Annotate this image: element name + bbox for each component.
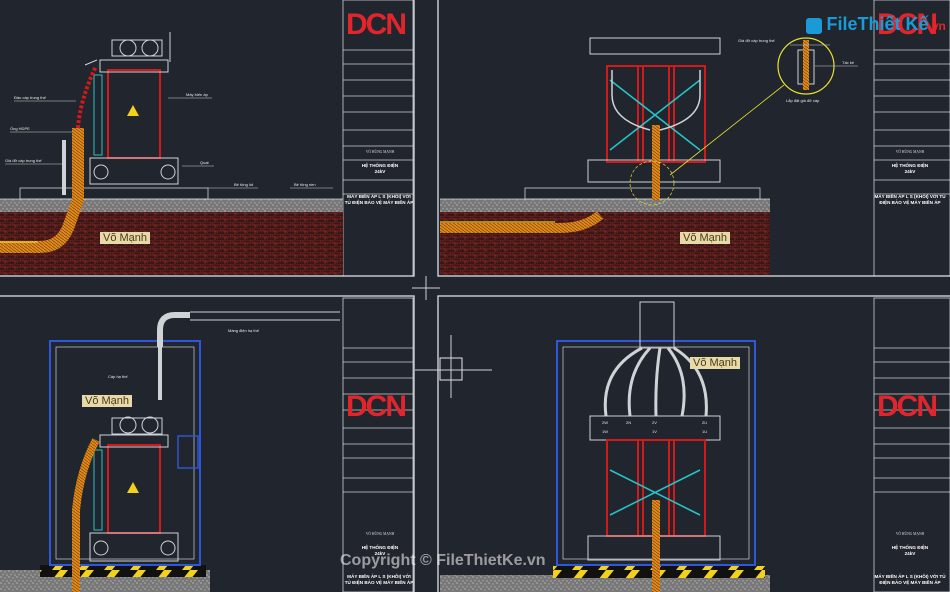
cad-drawing-canvas[interactable] [0, 0, 950, 592]
tb-designer-q3: VÕ HÙNG MẠNH [365, 532, 395, 536]
title-block-logo-q4: DCN [877, 390, 938, 423]
terminal-1w: 1W [602, 429, 608, 434]
label-may-bien-ap: Máy biến áp [186, 92, 208, 97]
title-block-logo-q1: DCN [346, 8, 407, 41]
terminal-1v: 1V [652, 429, 657, 434]
copyright-watermark: Copyright © FileThietKe.vn [340, 552, 546, 569]
tb-sheet-title-q1: MÁY BIẾN ÁP L S (KHÔI) VỚI TỦ ĐIỆN BẢO V… [344, 194, 414, 205]
label-cap-ha-the: Cáp hạ thế [108, 374, 128, 379]
title-block-logo-q3: DCN [346, 390, 407, 423]
label-nen: Bê tông nền [294, 182, 316, 187]
site-logo-text-1: File [826, 14, 858, 34]
tb-designer-q1: VÕ HÙNG MẠNH [365, 150, 395, 154]
author-tag-q3: Võ Mạnh [82, 395, 133, 407]
tb-designer-q2: VÕ HÙNG MẠNH [895, 150, 925, 154]
terminal-2v: 2V [652, 420, 657, 425]
label-quat: Quạt [200, 160, 209, 165]
tb-sheet-title-q2: MÁY BIẾN ÁP L S (KHÔI) VỚI TỦ ĐIỆN BẢO V… [874, 194, 946, 205]
author-tag-q4: Võ Mạnh [690, 357, 741, 369]
label-tu-ke: Tấc kê [842, 60, 855, 65]
tb-sheet-title-q4: MÁY BIẾN ÁP L S (KHÔI) VỚI TỦ ĐIỆN BẢO V… [874, 574, 946, 585]
label-be-mong: Bê tông lót [234, 182, 254, 187]
crosshair-cursor [412, 276, 492, 398]
label-gia-do-q2: Giá đỡ cáp trung thế [738, 38, 775, 43]
tb-designer-q4: VÕ HÙNG MẠNH [895, 532, 925, 536]
site-logo-text-3: .vn [928, 19, 946, 33]
label-mang-dien: Máng điện hạ thế [228, 328, 259, 333]
terminal-1u: 1U [702, 429, 708, 434]
label-lap-dat: Lắp đặt giá đỡ cáp [786, 98, 820, 103]
site-logo[interactable]: FileThiết Kế.vn [806, 14, 946, 35]
site-logo-icon [806, 17, 822, 34]
tb-system-q2: HỆ THỐNG ĐIỆN 24kV [891, 163, 929, 174]
label-dau-cap: Đầu cáp trung thế [14, 95, 46, 100]
tb-system-q4: HỆ THỐNG ĐIỆN 24kV [891, 545, 929, 556]
author-tag-q1: Võ Mạnh [100, 232, 151, 244]
q3-cabinet-view [0, 311, 340, 592]
terminal-2u: 2U [702, 420, 708, 425]
q1-section-view [0, 32, 343, 275]
label-ong-hdpe: Ống HDPE [10, 126, 30, 131]
terminal-2n: 2N [626, 420, 632, 425]
q4-cabinet-front-view [440, 301, 770, 592]
author-tag-q2: Võ Mạnh [680, 232, 731, 244]
tb-sheet-title-q3: MÁY BIẾN ÁP L S (KHÔI) VỚI TỦ ĐIỆN BẢO V… [344, 574, 414, 585]
tb-system-q1: HỆ THỐNG ĐIỆN 24kV [361, 163, 399, 174]
q2-front-view [440, 37, 858, 275]
terminal-2w: 2W [602, 420, 608, 425]
label-gia-do-q1: Giá đỡ cáp trung thế [5, 158, 42, 163]
site-logo-text-2: Thiết Kế [857, 14, 929, 34]
